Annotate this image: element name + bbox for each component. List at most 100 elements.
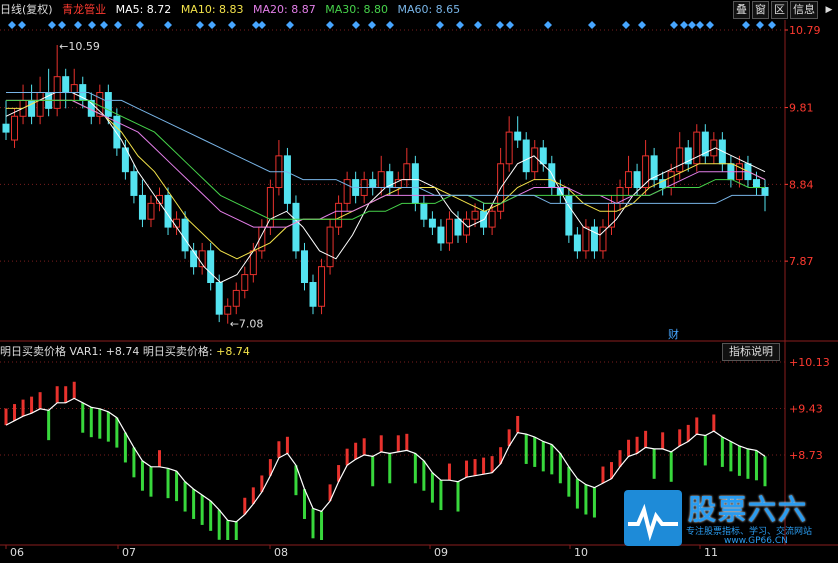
candle-body[interactable] bbox=[411, 163, 419, 204]
candle-body[interactable] bbox=[505, 131, 513, 165]
candle-body[interactable] bbox=[70, 84, 78, 94]
candle-body[interactable] bbox=[224, 305, 232, 315]
event-marker-icon[interactable] bbox=[286, 21, 294, 29]
event-marker-icon[interactable] bbox=[742, 21, 750, 29]
candle-body[interactable] bbox=[633, 171, 641, 189]
candle-body[interactable] bbox=[232, 289, 240, 307]
event-marker-icon[interactable] bbox=[18, 21, 26, 29]
chart-canvas[interactable]: 10.79 9.81 8.84 7.87 ←10.59 ←7.08 财 +10.13 +9.43… bbox=[0, 0, 838, 559]
event-marker-icon[interactable] bbox=[352, 21, 360, 29]
event-marker-icon[interactable] bbox=[58, 21, 66, 29]
candle-body[interactable] bbox=[437, 226, 445, 244]
candle-body[interactable] bbox=[181, 218, 189, 252]
candle-body[interactable] bbox=[36, 92, 44, 117]
candle-body[interactable] bbox=[343, 179, 351, 204]
candle-body[interactable] bbox=[283, 155, 291, 204]
event-marker-icon[interactable] bbox=[436, 21, 444, 29]
event-marker-icon[interactable] bbox=[456, 21, 464, 29]
candle-body[interactable] bbox=[522, 139, 530, 173]
candle-body[interactable] bbox=[326, 226, 334, 268]
candle-body[interactable] bbox=[173, 218, 181, 228]
event-marker-icon[interactable] bbox=[474, 21, 482, 29]
event-marker-icon[interactable] bbox=[196, 21, 204, 29]
event-marker-icon[interactable] bbox=[326, 21, 334, 29]
candle-body[interactable] bbox=[676, 147, 684, 173]
candle-body[interactable] bbox=[241, 274, 249, 291]
area-button[interactable]: 区 bbox=[771, 1, 788, 19]
candle-body[interactable] bbox=[539, 147, 547, 165]
candle-body[interactable] bbox=[335, 202, 343, 228]
event-marker-icon[interactable] bbox=[136, 21, 144, 29]
expand-arrow-icon[interactable]: ▶ bbox=[822, 2, 836, 18]
candle-body[interactable] bbox=[207, 250, 215, 284]
candle-body[interactable] bbox=[582, 226, 590, 252]
event-marker-icon[interactable] bbox=[506, 21, 514, 29]
candle-body[interactable] bbox=[215, 282, 223, 315]
event-marker-icon[interactable] bbox=[680, 21, 688, 29]
event-marker-icon[interactable] bbox=[688, 21, 696, 29]
candle-body[interactable] bbox=[590, 226, 598, 252]
event-marker-icon[interactable] bbox=[622, 21, 630, 29]
candle-body[interactable] bbox=[318, 266, 326, 307]
candle-body[interactable] bbox=[514, 131, 522, 141]
event-marker-icon[interactable] bbox=[74, 21, 82, 29]
event-marker-icon[interactable] bbox=[496, 21, 504, 29]
candle-body[interactable] bbox=[138, 194, 146, 220]
candle-body[interactable] bbox=[420, 202, 428, 220]
candle-body[interactable] bbox=[62, 76, 70, 94]
candle-body[interactable] bbox=[292, 202, 300, 252]
event-marker-icon[interactable] bbox=[164, 21, 172, 29]
event-marker-icon[interactable] bbox=[8, 21, 16, 29]
candle-body[interactable] bbox=[693, 131, 701, 165]
candle-body[interactable] bbox=[761, 187, 769, 196]
candle-body[interactable] bbox=[190, 250, 198, 268]
indicator-help-button[interactable]: 指标说明 bbox=[722, 343, 780, 361]
event-marker-icon[interactable] bbox=[48, 21, 56, 29]
event-marker-icon[interactable] bbox=[88, 21, 96, 29]
event-marker-icon[interactable] bbox=[638, 21, 646, 29]
event-marker-icon[interactable] bbox=[368, 21, 376, 29]
finance-marker-icon[interactable]: 财 bbox=[668, 327, 679, 341]
candle-body[interactable] bbox=[565, 194, 573, 236]
event-marker-icon[interactable] bbox=[696, 21, 704, 29]
candle-body[interactable] bbox=[428, 218, 436, 228]
window-button[interactable]: 窗 bbox=[752, 1, 769, 19]
event-marker-icon[interactable] bbox=[756, 21, 764, 29]
stack-button[interactable]: 叠 bbox=[733, 1, 750, 19]
event-marker-icon[interactable] bbox=[588, 21, 596, 29]
candle-body[interactable] bbox=[300, 250, 308, 284]
candle-body[interactable] bbox=[488, 210, 496, 228]
info-button[interactable]: 信息 bbox=[790, 1, 818, 19]
sub-indicator-name[interactable]: 明日买卖价格 bbox=[0, 345, 66, 358]
period-label[interactable]: 日线(复权) bbox=[0, 3, 53, 16]
event-marker-icon[interactable] bbox=[258, 21, 266, 29]
candle-body[interactable] bbox=[369, 179, 377, 189]
candle-body[interactable] bbox=[531, 147, 539, 173]
event-marker-icon[interactable] bbox=[100, 21, 108, 29]
candle-body[interactable] bbox=[377, 171, 385, 189]
candle-body[interactable] bbox=[752, 179, 760, 189]
candle-body[interactable] bbox=[147, 202, 155, 220]
candle-body[interactable] bbox=[403, 163, 411, 181]
candle-body[interactable] bbox=[471, 210, 479, 220]
event-marker-icon[interactable] bbox=[208, 21, 216, 29]
candle-body[interactable] bbox=[625, 171, 633, 189]
candle-body[interactable] bbox=[573, 234, 581, 252]
candle-body[interactable] bbox=[548, 163, 556, 189]
candle-body[interactable] bbox=[454, 218, 462, 236]
event-marker-icon[interactable] bbox=[670, 21, 678, 29]
candle-body[interactable] bbox=[11, 115, 19, 141]
candle-body[interactable] bbox=[130, 171, 138, 196]
chart-window[interactable]: 10.79 9.81 8.84 7.87 ←10.59 ←7.08 财 +10.13 +9.43… bbox=[0, 0, 838, 559]
event-marker-icon[interactable] bbox=[228, 21, 236, 29]
candle-body[interactable] bbox=[104, 92, 112, 117]
candle-body[interactable] bbox=[309, 282, 317, 307]
event-marker-icon[interactable] bbox=[706, 21, 714, 29]
event-marker-icon[interactable] bbox=[544, 21, 552, 29]
candle-body[interactable] bbox=[445, 218, 453, 244]
candle-body[interactable] bbox=[266, 187, 274, 228]
candle-body[interactable] bbox=[2, 123, 10, 133]
event-marker-icon[interactable] bbox=[386, 21, 394, 29]
event-marker-icon[interactable] bbox=[114, 21, 122, 29]
event-marker-icon[interactable] bbox=[768, 21, 776, 29]
